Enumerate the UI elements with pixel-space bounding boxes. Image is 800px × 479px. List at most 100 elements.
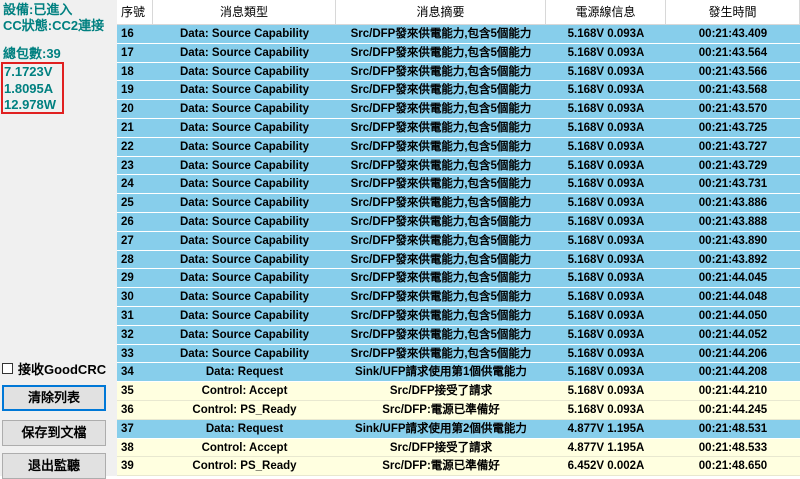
receive-goodcrc-checkbox[interactable]: 接收GoodCRC xyxy=(2,360,106,377)
cell-summary: Src/DFP發來供電能力,包含5個能力 xyxy=(350,328,532,341)
power-readout: 12.978W xyxy=(4,97,57,112)
current-readout: 1.8095A xyxy=(4,81,54,96)
table-row[interactable]: 19 Data: Source Capability Src/DFP發來供電能力,包… xyxy=(117,81,800,101)
table-row[interactable]: 29 Data: Source Capability Src/DFP發來供電能力,包… xyxy=(117,269,800,289)
table-row[interactable]: 33 Data: Source Capability Src/DFP發來供電能力,包… xyxy=(117,344,800,364)
cell-index: 26 xyxy=(121,215,134,228)
cell-summary: Src/DFP發來供電能力,包含5個能力 xyxy=(350,46,532,59)
table-row[interactable]: 16 Data: Source Capability Src/DFP發來供電能力,包… xyxy=(117,25,800,44)
clear-list-button[interactable]: 清除列表 xyxy=(2,385,106,411)
cell-index: 22 xyxy=(121,140,134,153)
cell-index: 37 xyxy=(121,422,134,435)
table-row[interactable]: 27 Data: Source Capability Src/DFP發來供電能力,包… xyxy=(117,231,800,251)
cell-type: Data: Source Capability xyxy=(179,347,310,360)
table-row[interactable]: 30 Data: Source Capability Src/DFP發來供電能力,包… xyxy=(117,288,800,307)
cell-type: Data: Source Capability xyxy=(179,309,310,322)
cell-type: Control: Accept xyxy=(201,441,288,454)
table-row[interactable]: 35 Control: Accept Src/DFP接受了請求 5.168V 0.09… xyxy=(117,382,800,401)
cell-power: 4.877V 1.195A xyxy=(567,422,645,435)
cell-time: 00:21:48.533 xyxy=(698,441,768,454)
table-row[interactable]: 17 Data: Source Capability Src/DFP發來供電能力,包… xyxy=(117,43,800,63)
cell-power: 5.168V 0.093A xyxy=(567,403,645,416)
table-row[interactable]: 23 Data: Source Capability Src/DFP發來供電能力,包… xyxy=(117,156,800,176)
table-row[interactable]: 21 Data: Source Capability Src/DFP發來供電能力,包… xyxy=(117,118,800,138)
cell-type: Data: Source Capability xyxy=(179,28,310,40)
cell-type: Data: Request xyxy=(205,366,284,379)
cell-summary: Src/DFP:電源已準備好 xyxy=(382,403,500,416)
cell-index: 25 xyxy=(121,197,134,210)
cell-index: 35 xyxy=(121,385,134,398)
column-header-type[interactable]: 消息類型 xyxy=(153,0,336,24)
cell-type: Control: PS_Ready xyxy=(192,403,297,416)
table-row[interactable]: 38 Control: Accept Src/DFP接受了請求 4.877V 1.19… xyxy=(117,438,800,458)
cell-power: 5.168V 0.093A xyxy=(567,328,645,341)
cell-summary: Src/DFP發來供電能力,包含5個能力 xyxy=(350,65,532,78)
cell-power: 5.168V 0.093A xyxy=(567,253,645,266)
column-header-power[interactable]: 電源線信息 xyxy=(546,0,666,24)
cell-time: 00:21:48.650 xyxy=(698,460,768,473)
table-row[interactable]: 36 Control: PS_Ready Src/DFP:電源已準備好 5.168V … xyxy=(117,400,800,420)
table-row[interactable]: 26 Data: Source Capability Src/DFP發來供電能力,包… xyxy=(117,212,800,232)
table-row[interactable]: 37 Data: Request Sink/UFP請求使用第2個供電能力 4.877V… xyxy=(117,419,800,439)
message-table: 序號 消息類型 消息摘要 電源線信息 發生時間 16 Data: Source C… xyxy=(117,0,800,477)
cell-power: 6.452V 0.002A xyxy=(567,460,645,473)
cell-index: 28 xyxy=(121,253,134,266)
cell-index: 16 xyxy=(121,28,134,40)
cell-index: 38 xyxy=(121,441,134,454)
cell-summary: Sink/UFP請求使用第2個供電能力 xyxy=(355,422,527,435)
cell-time: 00:21:44.048 xyxy=(698,291,768,304)
cell-index: 18 xyxy=(121,65,134,78)
save-to-file-button[interactable]: 保存到文檔 xyxy=(2,420,106,446)
cell-summary: Src/DFP發來供電能力,包含5個能力 xyxy=(350,309,532,322)
cell-summary: Sink/UFP請求使用第1個供電能力 xyxy=(355,366,527,379)
cell-time: 00:21:43.568 xyxy=(698,84,768,97)
column-header-index[interactable]: 序號 xyxy=(117,0,153,24)
cell-time: 00:21:43.729 xyxy=(698,159,768,172)
cell-time: 00:21:44.210 xyxy=(698,385,768,398)
exit-monitor-button[interactable]: 退出監聽 xyxy=(2,453,106,479)
cc-status: CC狀態:CC2連接 xyxy=(3,18,105,33)
cell-type: Data: Source Capability xyxy=(179,197,310,210)
cell-index: 32 xyxy=(121,328,134,341)
cell-index: 33 xyxy=(121,347,134,360)
cell-type: Data: Source Capability xyxy=(179,253,310,266)
cell-type: Data: Source Capability xyxy=(179,328,310,341)
cell-type: Data: Request xyxy=(205,422,284,435)
table-row[interactable]: 20 Data: Source Capability Src/DFP發來供電能力,包… xyxy=(117,100,800,119)
cell-time: 00:21:43.886 xyxy=(698,197,768,210)
cell-index: 19 xyxy=(121,84,134,97)
cell-index: 29 xyxy=(121,272,134,285)
cell-type: Data: Source Capability xyxy=(179,291,310,304)
column-header-summary[interactable]: 消息摘要 xyxy=(336,0,546,24)
cell-summary: Src/DFP發來供電能力,包含5個能力 xyxy=(350,291,532,304)
cell-type: Data: Source Capability xyxy=(179,178,310,191)
column-header-time[interactable]: 發生時間 xyxy=(666,0,800,24)
cell-summary: Src/DFP發來供電能力,包含5個能力 xyxy=(350,234,532,247)
cell-time: 00:21:44.208 xyxy=(698,366,768,379)
table-row[interactable]: 32 Data: Source Capability Src/DFP發來供電能力,包… xyxy=(117,325,800,345)
cell-power: 5.168V 0.093A xyxy=(567,84,645,97)
cell-type: Data: Source Capability xyxy=(179,103,310,116)
cell-power: 5.168V 0.093A xyxy=(567,215,645,228)
table-row[interactable]: 22 Data: Source Capability Src/DFP發來供電能力,包… xyxy=(117,137,800,157)
cell-summary: Src/DFP發來供電能力,包含5個能力 xyxy=(350,103,532,116)
cell-summary: Src/DFP發來供電能力,包含5個能力 xyxy=(350,28,532,40)
cell-time: 00:21:44.050 xyxy=(698,309,768,322)
cell-type: Control: Accept xyxy=(201,385,288,398)
table-row[interactable]: 18 Data: Source Capability Src/DFP發來供電能力,包… xyxy=(117,62,800,82)
cell-power: 5.168V 0.093A xyxy=(567,366,645,379)
table-row[interactable]: 39 Control: PS_Ready Src/DFP:電源已準備好 6.452V … xyxy=(117,457,800,477)
cell-index: 23 xyxy=(121,159,134,172)
cell-summary: Src/DFP:電源已準備好 xyxy=(382,460,500,473)
checkbox-square[interactable] xyxy=(2,362,13,374)
left-panel: 設備:已進入 CC狀態:CC2連接 總包數:39 7.1723V 1.8095A… xyxy=(0,0,117,479)
cell-type: Data: Source Capability xyxy=(179,234,310,247)
table-row[interactable]: 34 Data: Request Sink/UFP請求使用第1個供電能力 5.168V… xyxy=(117,363,800,383)
cell-power: 5.168V 0.093A xyxy=(567,272,645,285)
table-row[interactable]: 28 Data: Source Capability Src/DFP發來供電能力,包… xyxy=(117,250,800,270)
table-row[interactable]: 25 Data: Source Capability Src/DFP發來供電能力,包… xyxy=(117,194,800,213)
table-row[interactable]: 31 Data: Source Capability Src/DFP發來供電能力,包… xyxy=(117,306,800,326)
cell-power: 5.168V 0.093A xyxy=(567,46,645,59)
table-row[interactable]: 24 Data: Source Capability Src/DFP發來供電能力,包… xyxy=(117,175,800,195)
cell-type: Data: Source Capability xyxy=(179,84,310,97)
